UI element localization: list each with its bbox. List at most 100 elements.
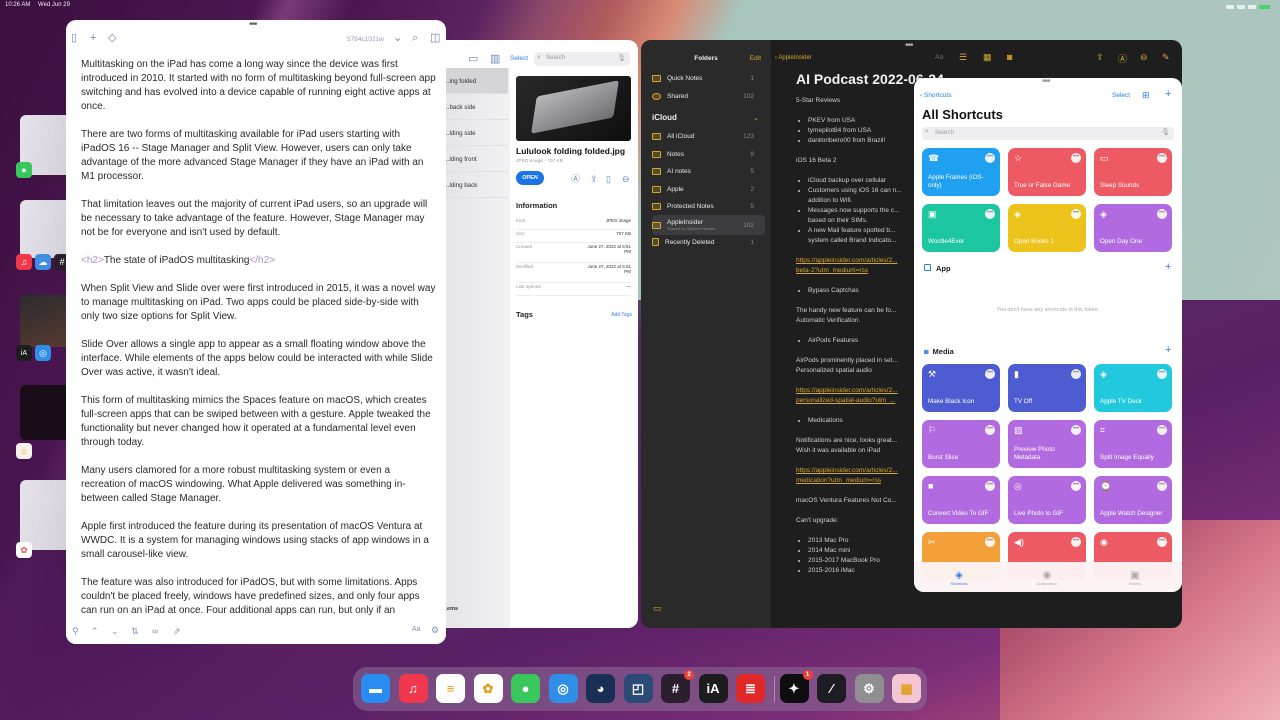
tag-icon[interactable]: ◇: [108, 32, 116, 44]
folder-appleinsider[interactable]: AppleInsider Shared by Stephen Robles 102: [652, 215, 765, 235]
new-folder-icon[interactable]: ▭: [468, 53, 478, 65]
folder-notes[interactable]: Notes 9: [652, 147, 765, 161]
microphone-icon[interactable]: 🎙︎: [617, 54, 626, 62]
file-item[interactable]: ..lding back: [440, 172, 508, 198]
weather-app-icon[interactable]: ☁: [35, 254, 51, 270]
more-options-icon[interactable]: •••: [985, 537, 995, 547]
more-options-icon[interactable]: •••: [1071, 425, 1081, 435]
compose-icon[interactable]: ✎: [1162, 52, 1170, 63]
shortcut-tile[interactable]: ◈ ••• Open Books 1: [1008, 204, 1086, 252]
tab-gallery[interactable]: ▣ Gallery: [1110, 570, 1160, 586]
add-tags-button[interactable]: Add Tags: [611, 312, 632, 318]
shortcut-tile[interactable]: ▮ ••• TV Off: [1008, 364, 1086, 412]
dock-app-safari[interactable]: ◎: [548, 674, 578, 703]
share-icon[interactable]: ⇪: [590, 173, 598, 185]
more-options-icon[interactable]: •••: [985, 481, 995, 491]
editor-text-area[interactable]: Multitasking on the iPad has come a long…: [81, 58, 436, 632]
chevron-down-icon[interactable]: ⌄: [753, 114, 759, 122]
shortcut-tile[interactable]: ⌚ ••• Apple Watch Designer: [1094, 476, 1172, 524]
more-options-icon[interactable]: •••: [1157, 369, 1167, 379]
folder-all-icloud[interactable]: All iCloud 123: [652, 129, 765, 143]
back-button[interactable]: ‹ AppleInsider: [775, 55, 812, 61]
grid-view-icon[interactable]: ⊞: [1142, 90, 1150, 101]
tab-automation[interactable]: ◉ Automation: [1022, 570, 1072, 586]
shortcut-tile[interactable]: ▨ ••• Preview Photo Metadata: [1008, 420, 1086, 468]
photos-app-icon[interactable]: ✿: [16, 542, 32, 558]
article-link[interactable]: https://appleinsider.com/articles/2...: [796, 257, 898, 264]
search-icon[interactable]: ⌕: [412, 32, 418, 44]
messages-app-icon[interactable]: ●: [16, 162, 32, 178]
sidebar-toggle-icon[interactable]: ◫: [430, 32, 440, 44]
editor-window-grabber[interactable]: •••: [249, 20, 257, 30]
shortcut-tile[interactable]: ☆ ••• True or False Game: [1008, 148, 1086, 196]
more-options-icon[interactable]: •••: [985, 425, 995, 435]
dock-app-stack[interactable]: ≣: [736, 674, 765, 703]
folder-ai-notes[interactable]: AI notes 5: [652, 164, 765, 178]
dock-app-photos[interactable]: ✿: [473, 674, 503, 703]
more-options-icon[interactable]: •••: [1157, 425, 1167, 435]
dock-app-slack[interactable]: #2: [661, 670, 694, 703]
edit-button[interactable]: Edit: [750, 55, 761, 62]
shortcut-tile[interactable]: ◈ ••• Apple TV Deck: [1094, 364, 1172, 412]
dock-app-procreate[interactable]: ∕: [817, 674, 846, 703]
more-options-icon[interactable]: •••: [1071, 369, 1081, 379]
chevron-down-icon[interactable]: ⌄: [393, 32, 402, 44]
more-options-icon[interactable]: •••: [1071, 153, 1081, 163]
dock-app-ia-writer[interactable]: iA: [698, 674, 728, 703]
document-icon[interactable]: ▯: [71, 32, 77, 44]
file-item[interactable]: ..back side: [440, 94, 508, 120]
dock-app-notes[interactable]: ≡: [436, 674, 465, 703]
shortcut-tile[interactable]: ⚐ ••• Burst Slice: [922, 420, 1000, 468]
chevron-down-icon[interactable]: ⌄: [111, 626, 119, 637]
more-options-icon[interactable]: •••: [1157, 537, 1167, 547]
column-view-icon[interactable]: ▥: [490, 53, 500, 65]
dock-app-messages[interactable]: ●: [511, 674, 540, 703]
add-shortcut-icon[interactable]: +: [1165, 88, 1171, 100]
more-icon[interactable]: ⊖: [622, 173, 630, 185]
more-options-icon[interactable]: •••: [1071, 537, 1081, 547]
home-app-icon[interactable]: ⌂: [16, 443, 32, 459]
more-options-icon[interactable]: •••: [985, 153, 995, 163]
dock-app-files[interactable]: ▬: [361, 674, 390, 703]
folder-shared[interactable]: Shared 102: [652, 89, 765, 103]
tab-shortcuts[interactable]: ◈ Shortcuts: [934, 570, 984, 586]
article-link[interactable]: https://appleinsider.com/articles/2...: [796, 467, 898, 474]
pin-icon[interactable]: ⚲: [72, 626, 79, 637]
shortcut-tile[interactable]: ■ ••• Convert Video To GIF: [922, 476, 1000, 524]
shortcut-tile[interactable]: ◈ ••• Open Day One: [1094, 204, 1172, 252]
select-button[interactable]: Select: [510, 55, 528, 62]
shortcut-tile[interactable]: ▣ ••• Wordle4Ever: [922, 204, 1000, 252]
shortcut-tile[interactable]: ◎ ••• Live Photo to GIF: [1008, 476, 1086, 524]
add-media-shortcut-icon[interactable]: +: [1165, 344, 1171, 356]
note-content[interactable]: AI Podcast 2022-06-24 5-Star Reviews PKE…: [796, 72, 944, 586]
folder-apple[interactable]: Apple 2: [652, 182, 765, 196]
table-icon[interactable]: ▦: [983, 52, 992, 63]
shortcut-tile[interactable]: ☎ ••• Apple Frames (iOS-only): [922, 148, 1000, 196]
sort-icon[interactable]: ⇅: [131, 626, 139, 637]
back-button[interactable]: ‹ Shortcuts: [920, 92, 951, 99]
font-settings-button[interactable]: Aa: [412, 626, 421, 633]
chevron-up-icon[interactable]: ⌃: [91, 626, 99, 637]
camera-icon[interactable]: ◙: [1007, 52, 1012, 62]
new-folder-icon[interactable]: ▭: [653, 603, 662, 614]
shortcut-tile[interactable]: ▭ ••• Sleep Sounds: [1094, 148, 1172, 196]
file-item[interactable]: ..ing folded: [440, 68, 508, 94]
link-icon[interactable]: ∞: [152, 626, 158, 636]
shortcuts-window-grabber[interactable]: •••: [1042, 78, 1050, 87]
new-note-icon[interactable]: +: [90, 32, 96, 44]
file-item[interactable]: ..lding side: [440, 120, 508, 146]
dock-app-twitter[interactable]: ✦ 1: [779, 670, 813, 703]
file-item[interactable]: ..lding front: [440, 146, 508, 172]
dock-app-tweetbot[interactable]: ◕: [586, 674, 615, 703]
more-options-icon[interactable]: •••: [1157, 209, 1167, 219]
dock-app-music[interactable]: ♫: [398, 674, 428, 703]
document-icon[interactable]: ▯: [606, 173, 611, 185]
notes-window-grabber[interactable]: •••: [905, 40, 913, 51]
select-button[interactable]: Select: [1112, 92, 1130, 99]
shortcuts-search-input[interactable]: ⌕ Search 🎙︎: [922, 127, 1174, 140]
dock-app-app-library[interactable]: ▦: [892, 674, 921, 703]
folder-recently-deleted[interactable]: Recently Deleted 1: [652, 235, 765, 249]
dock-app-stage[interactable]: ◰: [623, 674, 653, 703]
shortcut-tile[interactable]: ⚒ ••• Make Black Icon: [922, 364, 1000, 412]
more-options-icon[interactable]: •••: [985, 369, 995, 379]
